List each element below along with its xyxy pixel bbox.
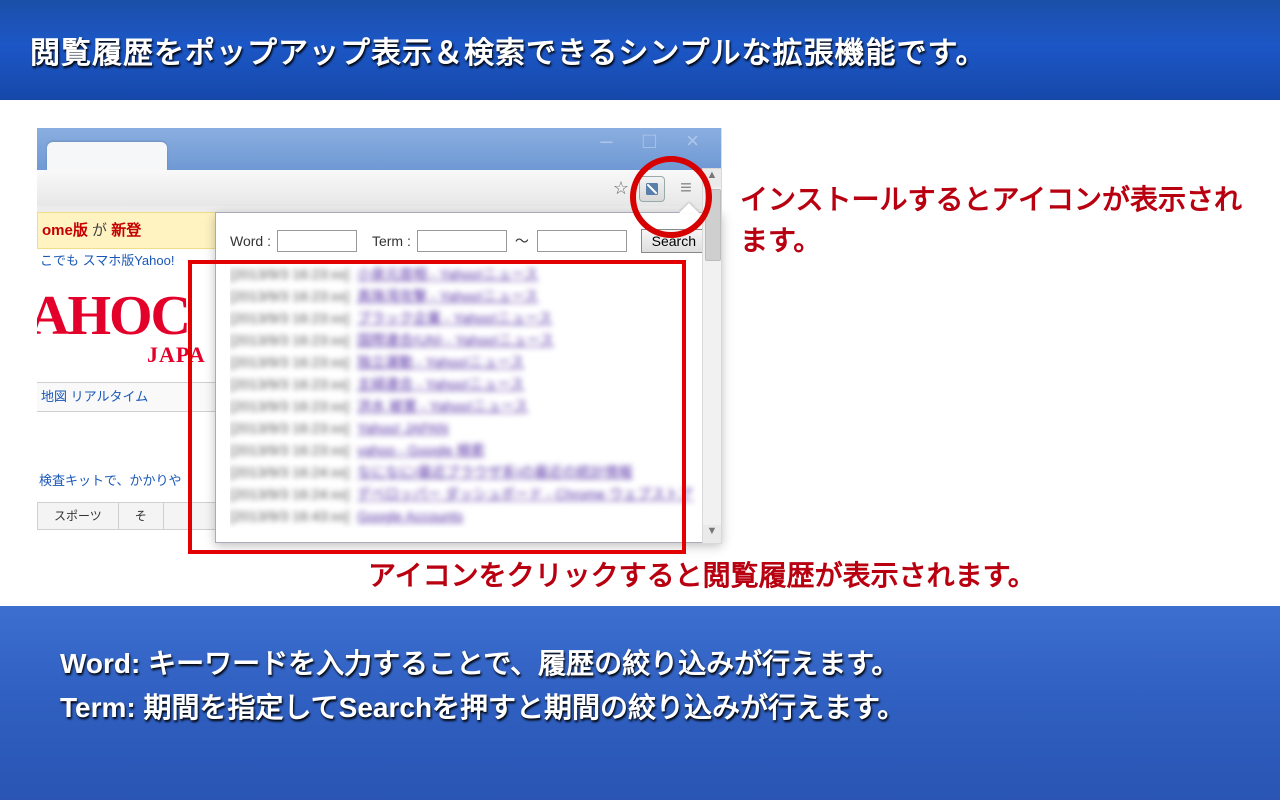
term-label: Term : <box>372 233 411 249</box>
browser-titlebar: – □ × <box>37 128 721 171</box>
history-link[interactable]: なになに(最近ブラウザ系)の最近の統計情報 <box>357 464 632 480</box>
browser-tab[interactable] <box>47 142 167 170</box>
top-banner: 閲覧履歴をポップアップ表示＆検索できるシンプルな拡張機能です。 <box>0 0 1280 100</box>
history-date: [2013/9/3 16:43:xx] <box>230 508 349 524</box>
bottom-banner: Word: キーワードを入力することで、履歴の絞り込みが行えます。 Term: … <box>0 606 1280 800</box>
page-mid-text[interactable]: 検査キットで、かかりや <box>37 470 181 489</box>
browser-toolbar: ☆ ≡ <box>37 170 721 207</box>
history-date: [2013/9/3 16:23:xx] <box>230 288 349 304</box>
history-link[interactable]: 国際連合(UN) - Yahoo!ニュース <box>357 332 554 348</box>
annotation-click-text: アイコンをクリックすると閲覧履歴が表示されます。 <box>368 554 1268 594</box>
history-date: [2013/9/3 16:23:xx] <box>230 332 349 348</box>
history-link[interactable]: ブラック企業 - Yahoo!ニュース <box>357 310 552 326</box>
history-date: [2013/9/3 16:23:xx] <box>230 398 349 414</box>
history-link[interactable]: 独立運動 - Yahoo!ニュース <box>357 354 524 370</box>
subpromo-link[interactable]: こでも スマホ版Yahoo! <box>37 250 174 269</box>
history-date: [2013/9/3 16:24:xx] <box>230 464 349 480</box>
history-row[interactable]: [2013/9/3 16:43:xx] Google Accounts <box>230 505 707 527</box>
hamburger-menu-icon[interactable]: ≡ <box>673 176 697 200</box>
bottom-line-1: Word: キーワードを入力することで、履歴の絞り込みが行えます。 <box>60 642 899 682</box>
history-link[interactable]: Yahoo! JAPAN <box>357 420 448 436</box>
history-date: [2013/9/3 16:23:xx] <box>230 376 349 392</box>
term-to-input[interactable] <box>537 230 627 252</box>
history-link[interactable]: 洪水 被害 - Yahoo!ニュース <box>357 398 528 414</box>
history-link[interactable]: 小泉元首相 - Yahoo!ニュース <box>357 266 538 282</box>
history-date: [2013/9/3 16:24:xx] <box>230 486 349 502</box>
history-date: [2013/9/3 16:23:xx] <box>230 266 349 282</box>
popup-pointer-icon <box>679 203 699 213</box>
history-row[interactable]: [2013/9/3 16:23:xx] yahoo - Google 検索 <box>230 439 707 461</box>
history-row[interactable]: [2013/9/3 16:23:xx] 国際連合(UN) - Yahoo!ニュース <box>230 329 707 351</box>
extension-popup: Word : Term : 〜 Search [2013/9/3 16:23:x… <box>215 212 722 543</box>
bottom-line-2: Term: 期間を指定してSearchを押すと期間の絞り込みが行えます。 <box>60 686 905 726</box>
page-bottom-tabs[interactable]: スポーツそ <box>37 502 215 530</box>
history-row[interactable]: [2013/9/3 16:23:xx] 主婦連合 - Yahoo!ニュース <box>230 373 707 395</box>
yahoo-logo: AHOC <box>37 284 189 348</box>
yahoo-logo-sub: JAPA <box>147 342 206 368</box>
top-banner-text: 閲覧履歴をポップアップ表示＆検索できるシンプルな拡張機能です。 <box>30 28 987 72</box>
history-row[interactable]: [2013/9/3 16:23:xx] 小泉元首相 - Yahoo!ニュース <box>230 263 707 285</box>
history-row[interactable]: [2013/9/3 16:23:xx] 洪水 被害 - Yahoo!ニュース <box>230 395 707 417</box>
page-background: ome版 が 新登 こでも スマホ版Yahoo! AHOC JAPA 地図 リア… <box>37 212 215 543</box>
history-link[interactable]: 真珠湾攻撃 - Yahoo!ニュース <box>357 288 538 304</box>
history-date: [2013/9/3 16:23:xx] <box>230 310 349 326</box>
scroll-up-icon[interactable]: ▲ <box>703 169 721 187</box>
annotation-install-text: インストールするとアイコンが表示されます。 <box>740 180 1260 261</box>
history-link[interactable]: Google Accounts <box>357 508 463 524</box>
yahoo-search-tabs[interactable]: 地図 リアルタイム <box>37 382 215 412</box>
history-link[interactable]: デベロッパー ダッシュボード - Chrome ウェブストア <box>357 486 693 502</box>
extension-icon[interactable] <box>639 176 665 202</box>
bookmark-star-icon[interactable]: ☆ <box>609 176 633 200</box>
tilde-separator: 〜 <box>513 231 531 251</box>
search-button[interactable]: Search <box>641 229 707 253</box>
history-date: [2013/9/3 16:23:xx] <box>230 442 349 458</box>
page-scrollbar[interactable]: ▲ ▼ <box>702 168 722 544</box>
history-row[interactable]: [2013/9/3 16:23:xx] 真珠湾攻撃 - Yahoo!ニュース <box>230 285 707 307</box>
history-list: [2013/9/3 16:23:xx]小泉元首相 - Yahoo!ニュース[20… <box>230 263 707 528</box>
scroll-thumb[interactable] <box>705 189 721 261</box>
word-input[interactable] <box>277 230 357 252</box>
history-date: [2013/9/3 16:23:xx] <box>230 420 349 436</box>
history-row[interactable]: [2013/9/3 16:24:xx] デベロッパー ダッシュボード - Chro… <box>230 483 707 505</box>
word-label: Word : <box>230 233 271 249</box>
history-date: [2013/9/3 16:23:xx] <box>230 354 349 370</box>
history-link[interactable]: 主婦連合 - Yahoo!ニュース <box>357 376 524 392</box>
browser-window: – □ × ☆ ≡ ome版 が 新登 こでも スマホ版Yahoo! AHOC … <box>37 128 722 543</box>
promo-strip: ome版 が 新登 <box>37 212 215 249</box>
history-row[interactable]: [2013/9/3 16:23:xx] 独立運動 - Yahoo!ニュース <box>230 351 707 373</box>
term-from-input[interactable] <box>417 230 507 252</box>
history-row[interactable]: [2013/9/3 16:23:xx] Yahoo! JAPAN <box>230 417 707 439</box>
popup-search-form: Word : Term : 〜 Search <box>230 227 707 255</box>
history-row[interactable]: [2013/9/3 16:23:xx] ブラック企業 - Yahoo!ニュース <box>230 307 707 329</box>
window-controls: – □ × <box>600 128 711 146</box>
scroll-down-icon[interactable]: ▼ <box>703 525 721 543</box>
history-link[interactable]: yahoo - Google 検索 <box>357 442 485 458</box>
history-row[interactable]: [2013/9/3 16:24:xx] なになに(最近ブラウザ系)の最近の統計情報 <box>230 461 707 483</box>
history-extension-glyph-icon <box>644 181 660 197</box>
